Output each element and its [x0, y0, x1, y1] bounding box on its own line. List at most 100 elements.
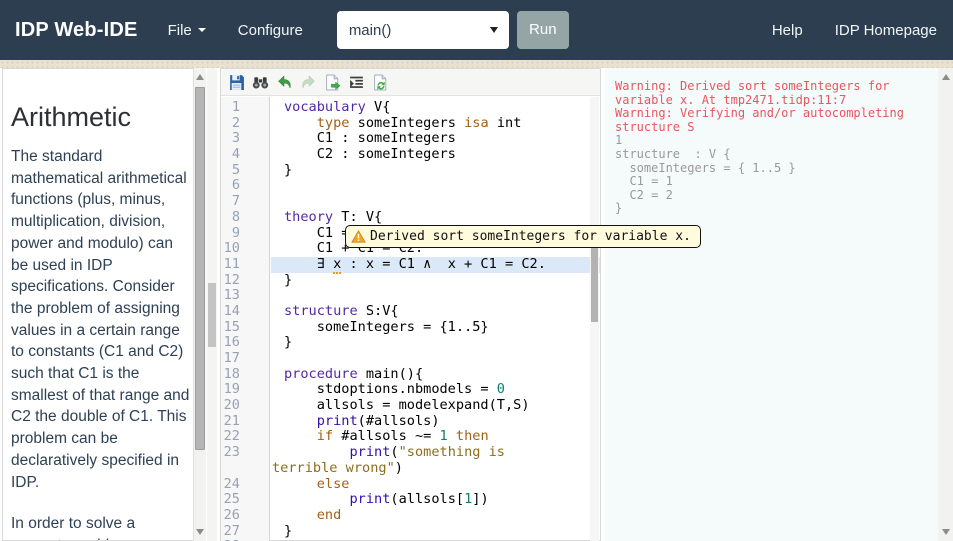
line-number: 6 [231, 177, 240, 194]
line-number: 21 [223, 412, 240, 429]
editor-toolbar [221, 69, 600, 96]
line-number: 22 [223, 428, 240, 445]
line-number: 16 [223, 334, 240, 351]
code-text: } [284, 161, 293, 178]
code-line[interactable]: 27} [221, 522, 600, 540]
code-line[interactable]: 8 theory T: V{ [221, 208, 600, 226]
line-number: 12 [223, 271, 240, 288]
brand[interactable]: IDP Web-IDE [15, 19, 138, 42]
line-number: 10 [223, 240, 240, 257]
line-number: 20 [223, 397, 240, 414]
code-text: C2 : someIntegers [284, 146, 456, 163]
code-line[interactable]: 4 C2 : someIntegers [221, 146, 600, 163]
editor-scroll-thumb[interactable] [591, 239, 598, 322]
code-editor[interactable]: 1 vocabulary V{2 type someIntegers isa in… [221, 97, 600, 541]
line-number: 24 [223, 475, 240, 492]
code-line[interactable]: 3 C1 : someIntegers [221, 131, 600, 147]
panel-scroll-thumb[interactable] [208, 283, 216, 347]
code-line[interactable]: 18 procedure main(){ [221, 365, 600, 383]
output-line: someIntegers = { 1..5 } [615, 160, 796, 175]
editor-scrollbar[interactable] [590, 97, 599, 541]
line-number: 9 [231, 224, 240, 241]
doc-scrollbar[interactable] [193, 68, 206, 541]
code-line[interactable]: 6 [221, 178, 600, 194]
code-line[interactable]: 24 else [221, 475, 600, 493]
doc-scroll-thumb[interactable] [195, 87, 205, 450]
code-line[interactable]: 14 structure S:V{ [221, 302, 600, 320]
run-button[interactable]: Run [516, 11, 569, 49]
editor-panel: 1 vocabulary V{2 type someIntegers isa in… [220, 68, 601, 541]
configure-menu[interactable]: Configure [238, 22, 303, 39]
code-text: stdoptions.nbmodels = 0 [284, 381, 505, 398]
navbar: IDP Web-IDE File Configure main() Run He… [0, 0, 953, 60]
file-menu-label: File [167, 21, 192, 39]
file-menu[interactable]: File [168, 22, 206, 39]
code-line[interactable]: 19 stdoptions.nbmodels = 0 [221, 382, 600, 398]
undo-icon[interactable] [276, 74, 293, 91]
output-lines: Warning: Derived sort someIntegers for v… [615, 79, 930, 216]
line-number: 7 [231, 193, 240, 210]
scroll-up-arrow-icon[interactable] [941, 74, 950, 80]
scroll-down-arrow-icon[interactable] [941, 529, 950, 535]
save-icon[interactable] [228, 74, 245, 91]
code-line[interactable]: 22 if #allsols ~= 1 then [221, 429, 600, 445]
code-line[interactable]: 11 ∃ x : x = C1 ∧ x + C1 = C2. [221, 255, 600, 274]
code-text: print(allsols[1]) [349, 491, 489, 508]
line-number: 15 [223, 318, 240, 335]
redo-icon[interactable] [300, 74, 317, 91]
scroll-up-arrow-icon[interactable] [196, 74, 204, 80]
doc-paragraph: In order to solve a concrete problem, we… [11, 515, 159, 540]
code-line[interactable]: 12} [221, 271, 600, 289]
code-line[interactable]: terrible wrong") [221, 460, 600, 477]
code-text: } [284, 522, 293, 539]
line-number: 14 [223, 302, 240, 319]
find-icon[interactable] [252, 74, 269, 91]
reload-file-icon[interactable] [372, 74, 389, 91]
code-line[interactable]: 25 print(allsols[1]) [221, 491, 600, 508]
output-line: } [615, 201, 623, 216]
code-text: allsols = modelexpand(T,S) [284, 397, 530, 414]
output-warning-line: Warning: Verifying and/or autocompleting… [615, 106, 912, 134]
select-arrow-icon [489, 27, 498, 33]
code-text: someIntegers = {1..5} [284, 318, 489, 335]
chevron-down-icon [197, 28, 206, 32]
run-file-icon[interactable] [324, 74, 341, 91]
code-line[interactable]: 16} [221, 334, 600, 351]
line-number: 27 [223, 522, 240, 539]
code-text: end [316, 506, 342, 523]
line-number: 18 [223, 365, 240, 382]
code-line[interactable]: 21 print(#allsols) [221, 412, 600, 430]
line-number: 8 [231, 208, 240, 225]
output-line: C2 = 2 [615, 187, 673, 202]
line-number: 11 [223, 255, 240, 272]
code-line[interactable]: 23 print("something is [221, 444, 600, 461]
help-link[interactable]: Help [772, 22, 803, 39]
line-number: 23 [223, 444, 240, 461]
code-line[interactable]: 5} [221, 161, 600, 179]
code-line[interactable]: 13 [221, 288, 600, 304]
code-line[interactable]: 1 vocabulary V{ [221, 99, 600, 116]
doc-paragraph: The standard mathematical arithmetical f… [11, 148, 190, 491]
code-text: print(#allsols) [316, 412, 440, 429]
doc-paragraphs: The standard mathematical arithmetical f… [11, 146, 192, 540]
code-line[interactable]: 17 [221, 350, 600, 367]
output-scrollbar[interactable] [938, 68, 953, 541]
code-text: type someIntegers isa int [316, 114, 522, 131]
code-text: structure S:V{ [284, 302, 399, 319]
line-number: 1 [231, 99, 240, 115]
idp-homepage-link[interactable]: IDP Homepage [835, 22, 937, 39]
code-line[interactable]: 2 type someIntegers isa int [221, 114, 600, 132]
panel-scrollbar[interactable] [207, 68, 217, 541]
app: { "navbar": { "brand": "IDP Web-IDE", "f… [0, 0, 953, 541]
code-line[interactable]: 15 someIntegers = {1..5} [221, 318, 600, 336]
output-line: C1 = 1 [615, 174, 673, 189]
scroll-down-arrow-icon[interactable] [196, 529, 204, 535]
line-number: 4 [231, 146, 240, 163]
output-line: structure : V { [615, 146, 731, 161]
procedure-select[interactable]: main() [336, 11, 509, 49]
code-line[interactable]: 7 [221, 193, 600, 210]
indent-icon[interactable] [348, 74, 365, 91]
code-line[interactable]: 26 end [221, 506, 600, 524]
code-line[interactable]: 20 allsols = modelexpand(T,S) [221, 397, 600, 414]
